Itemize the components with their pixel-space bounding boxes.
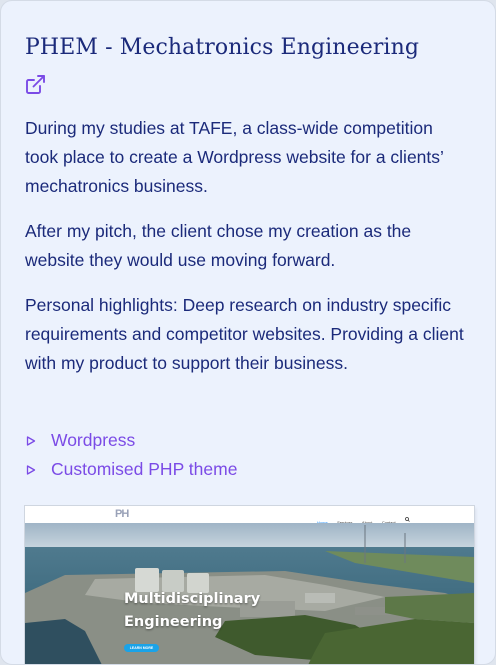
hero-heading-line: Multidisciplinary <box>124 591 261 607</box>
project-title: PHEM - Mechatronics Engineering <box>25 35 420 60</box>
project-highlights: Personal highlights: Deep research on in… <box>25 295 464 373</box>
project-outcome: After my pitch, the client chose my crea… <box>25 221 412 270</box>
external-link-icon[interactable] <box>25 74 46 95</box>
screenshot-navbar: PH Home Services About Contact <box>25 506 474 525</box>
hero-heading-line: Engineering <box>124 614 223 630</box>
hero-learn-more-button: LEARN MORE <box>124 644 159 652</box>
triangle-right-icon <box>26 465 36 475</box>
tech-tag: Wordpress <box>25 426 237 455</box>
search-icon <box>405 517 410 523</box>
hero-heading: Multidisciplinary Engineering <box>124 588 260 634</box>
tech-tag: Customised PHP theme <box>25 455 237 484</box>
project-screenshot: PH Home Services About Contact Multidisc… <box>25 506 474 664</box>
screenshot-logo: PH <box>115 508 129 520</box>
project-description: During my studies at TAFE, a class-wide … <box>25 118 444 196</box>
project-card: PHEM - Mechatronics Engineering During m… <box>0 0 496 665</box>
screenshot-hero: Multidisciplinary Engineering LEARN MORE <box>25 523 474 664</box>
triangle-right-icon <box>26 436 36 446</box>
tech-tags-list: Wordpress Customised PHP theme <box>25 426 237 484</box>
tech-tag-label: Wordpress <box>51 430 136 450</box>
tech-tag-label: Customised PHP theme <box>51 459 238 479</box>
